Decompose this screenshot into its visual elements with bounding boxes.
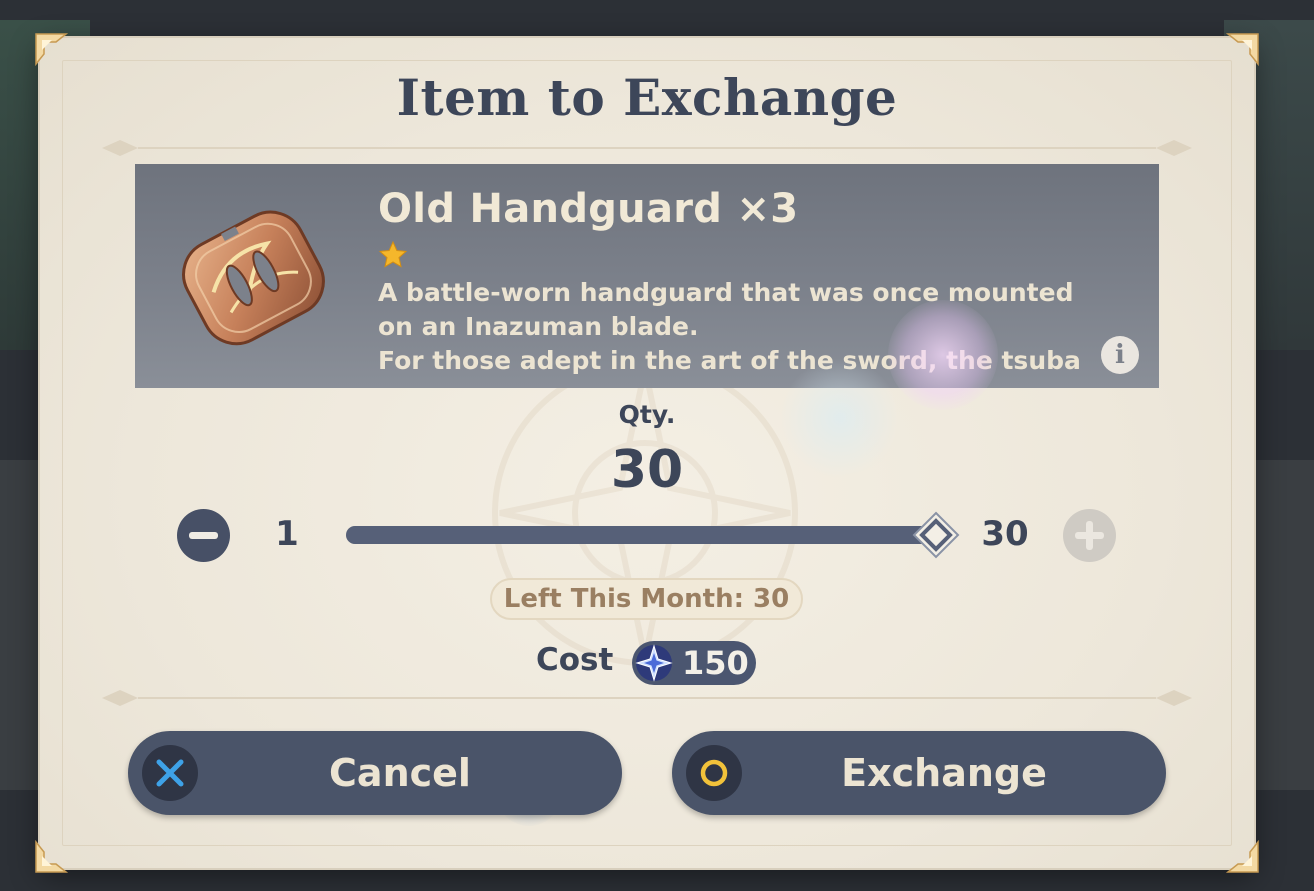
cancel-button[interactable]: Cancel <box>128 731 622 815</box>
quantity-value: 30 <box>610 440 684 500</box>
corner-ornament-icon <box>1225 839 1259 873</box>
cancel-button-label: Cancel <box>329 751 471 795</box>
exchange-button-label: Exchange <box>841 751 1047 795</box>
item-description: A battle-worn handguard that was once mo… <box>378 276 1108 378</box>
slider-max-label: 30 <box>981 514 1029 554</box>
decrease-quantity-button[interactable] <box>177 509 230 562</box>
item-detail-panel: Old Handguard ×3 A battle-worn handguard… <box>135 164 1159 388</box>
cost-value: 150 <box>682 644 749 682</box>
quantity-slider[interactable] <box>346 511 960 559</box>
ornamental-divider-bottom <box>102 690 1192 706</box>
cost-label: Cost <box>536 642 614 678</box>
quantity-label: Qty. <box>618 400 676 429</box>
slider-handle[interactable] <box>911 510 961 560</box>
quantity-slider-fill <box>346 526 936 544</box>
info-icon[interactable]: i <box>1101 336 1139 374</box>
ornamental-divider-top <box>102 140 1192 156</box>
handguard-tsuba-icon <box>182 210 325 346</box>
item-description-line: A battle-worn handguard that was once mo… <box>378 278 1074 307</box>
monthly-limit-badge: Left This Month: 30 <box>490 578 803 620</box>
item-description-line: For those adept in the art of the sword,… <box>378 346 1081 375</box>
circle-icon <box>700 759 728 787</box>
emblem-watermark-icon <box>492 360 798 666</box>
rarity-star-icon <box>378 240 408 268</box>
item-description-line: on an Inazuman blade. <box>378 312 699 341</box>
corner-ornament-icon <box>35 839 69 873</box>
item-name: Old Handguard ×3 <box>378 186 799 232</box>
exchange-dialog: Item to Exchange Old Handguard ×3 A batt… <box>35 33 1259 873</box>
corner-ornament-icon <box>35 33 69 67</box>
circle-icon-badge <box>686 745 742 801</box>
stardust-icon <box>635 644 673 682</box>
exchange-button[interactable]: Exchange <box>672 731 1166 815</box>
dialog-title: Item to Exchange <box>396 68 898 127</box>
increase-quantity-button[interactable] <box>1063 509 1116 562</box>
cross-icon-badge <box>142 745 198 801</box>
slider-min-label: 1 <box>275 514 299 554</box>
cost-badge: 150 <box>632 641 756 685</box>
cross-icon <box>156 759 184 787</box>
corner-ornament-icon <box>1225 33 1259 67</box>
